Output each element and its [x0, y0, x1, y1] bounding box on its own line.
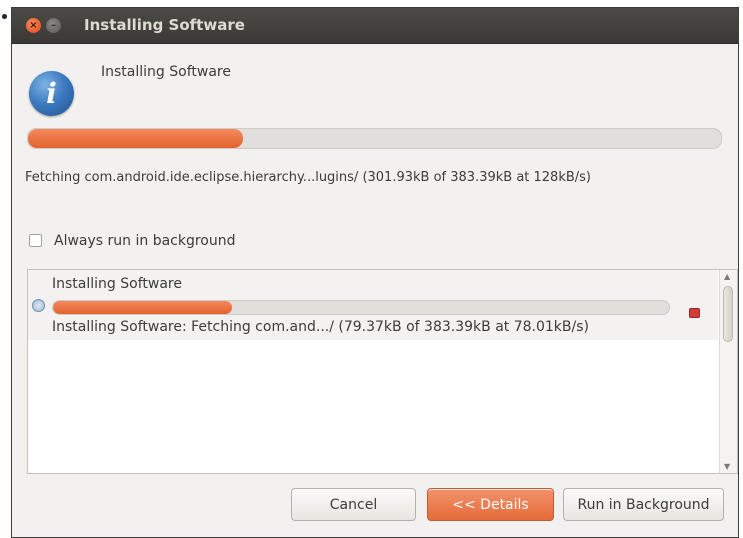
main-progress-fill — [28, 129, 243, 148]
scrollbar-thumb[interactable] — [723, 286, 733, 342]
main-progress-bar — [27, 128, 722, 149]
cancel-button[interactable]: Cancel — [291, 488, 416, 521]
job-progress-bar — [52, 300, 670, 315]
details-scrollbar[interactable]: ▲ ▼ — [719, 270, 737, 473]
window-title: Installing Software — [84, 16, 245, 34]
run-in-background-button[interactable]: Run in Background — [563, 488, 724, 521]
list-item[interactable]: Installing Software Installing Software:… — [28, 270, 718, 340]
dialog-heading: Installing Software — [101, 64, 231, 80]
info-icon: i — [29, 71, 74, 116]
install-dialog-window: × – Installing Software i Installing Sof… — [11, 7, 739, 538]
always-run-background-label[interactable]: Always run in background — [54, 233, 236, 249]
minimize-icon[interactable]: – — [46, 18, 61, 33]
scroll-up-icon[interactable]: ▲ — [724, 272, 730, 281]
job-icon — [32, 299, 45, 312]
list-bullet — [2, 14, 7, 19]
job-status: Installing Software: Fetching com.and...… — [52, 319, 589, 335]
job-progress-fill — [53, 301, 232, 314]
always-run-background-checkbox[interactable] — [29, 234, 42, 247]
stop-job-button[interactable] — [689, 308, 700, 318]
title-bar: × – Installing Software — [12, 8, 738, 44]
job-title: Installing Software — [52, 276, 182, 292]
scroll-down-icon[interactable]: ▼ — [724, 462, 730, 471]
status-text: Fetching com.android.ide.eclipse.hierarc… — [25, 170, 591, 185]
close-icon[interactable]: × — [26, 18, 41, 33]
details-button[interactable]: << Details — [427, 488, 554, 521]
details-panel: Installing Software Installing Software:… — [27, 269, 738, 474]
